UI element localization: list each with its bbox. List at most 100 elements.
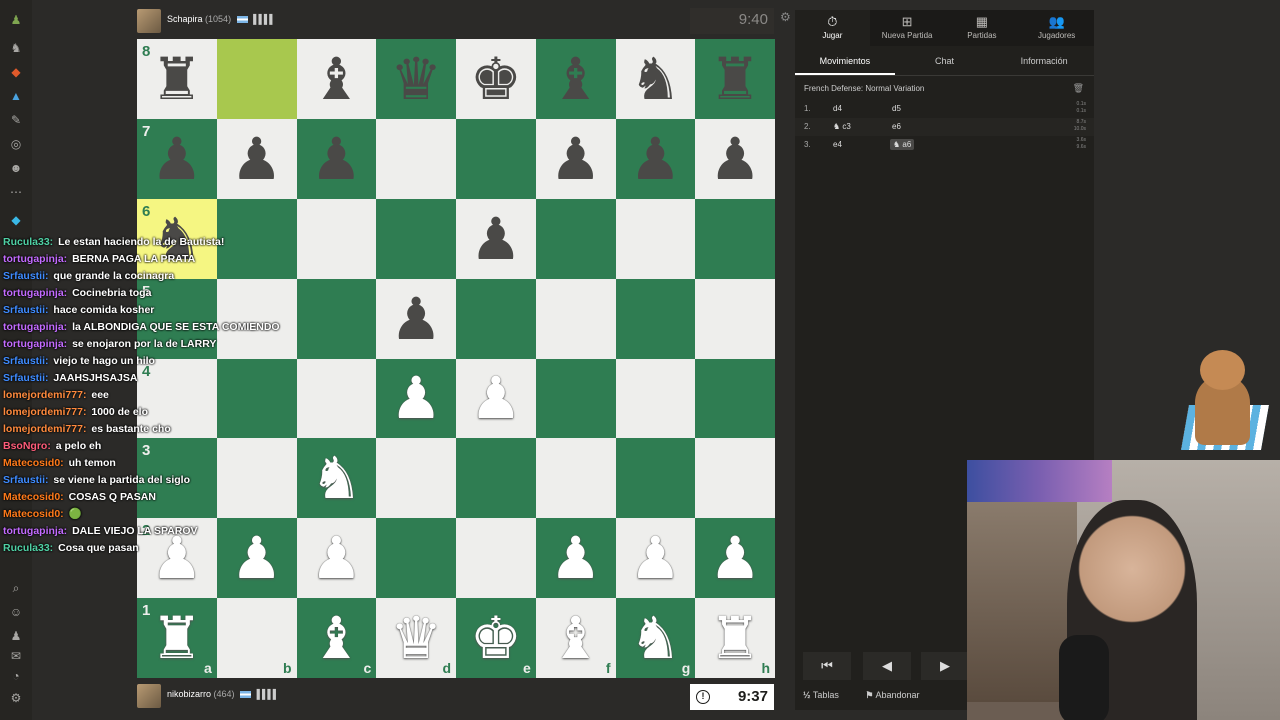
- trash-icon[interactable]: 🗑: [1073, 83, 1084, 94]
- white-n-piece[interactable]: ♞: [310, 449, 362, 507]
- black-b-piece[interactable]: ♝: [310, 50, 362, 108]
- prev-move-button[interactable]: ◀: [863, 652, 911, 680]
- black-p-piece[interactable]: ♟: [629, 130, 681, 188]
- white-p-piece[interactable]: ♟: [470, 369, 522, 427]
- square-g7[interactable]: ♟: [615, 118, 696, 199]
- square-a8[interactable]: 8 ♜: [137, 39, 217, 119]
- square-f7[interactable]: ♟: [535, 118, 616, 199]
- square-d7[interactable]: [376, 118, 456, 199]
- square-f3[interactable]: [535, 438, 616, 519]
- tab-nueva-partida[interactable]: ⊞ Nueva Partida: [870, 10, 945, 46]
- messages-icon[interactable]: ✉: [8, 648, 24, 664]
- black-p-piece[interactable]: ♟: [390, 290, 442, 348]
- square-c7[interactable]: ♟: [296, 118, 377, 199]
- square-h7[interactable]: ♟: [695, 118, 775, 199]
- square-h6[interactable]: [695, 198, 775, 279]
- avatar-icon[interactable]: ☺: [8, 604, 24, 620]
- white-p-piece[interactable]: ♟: [629, 529, 681, 587]
- black-p-piece[interactable]: ♟: [310, 130, 362, 188]
- black-r-piece[interactable]: ♜: [709, 50, 761, 108]
- square-e6[interactable]: ♟: [456, 198, 536, 279]
- chat-username[interactable]: tortugapinja:: [3, 321, 67, 333]
- chat-username[interactable]: Srfaustii:: [3, 474, 49, 486]
- top-player-info[interactable]: Schapira (1054) ▌▌▌▌: [167, 14, 276, 24]
- chat-username[interactable]: tortugapinja:: [3, 525, 67, 537]
- avatar[interactable]: [137, 9, 161, 33]
- play-icon[interactable]: ♞: [8, 40, 24, 56]
- news-icon[interactable]: ◎: [8, 136, 24, 152]
- square-d5[interactable]: ♟: [376, 278, 456, 359]
- square-a1[interactable]: 1 a ♜: [137, 598, 217, 678]
- notifications-icon[interactable]: ◔: [8, 668, 24, 684]
- chat-username[interactable]: lomejordemi777:: [3, 406, 86, 418]
- white-move[interactable]: e4: [833, 140, 842, 149]
- white-p-piece[interactable]: ♟: [709, 529, 761, 587]
- square-b7[interactable]: ♟: [216, 118, 297, 199]
- white-k-piece[interactable]: ♚: [470, 609, 522, 667]
- square-g1[interactable]: g ♞: [615, 598, 696, 678]
- square-e1[interactable]: e ♚: [456, 598, 536, 678]
- black-r-piece[interactable]: ♜: [151, 50, 203, 108]
- subtab-chat[interactable]: Chat: [895, 46, 995, 75]
- first-move-button[interactable]: ⏮: [803, 652, 851, 680]
- next-move-button[interactable]: ▶: [921, 652, 969, 680]
- watch-icon[interactable]: ✎: [8, 112, 24, 128]
- square-h3[interactable]: [695, 438, 775, 519]
- chat-username[interactable]: Matecosid0:: [3, 491, 64, 503]
- black-p-piece[interactable]: ♟: [550, 130, 602, 188]
- square-b1[interactable]: b: [216, 598, 297, 678]
- square-f1[interactable]: f ♝: [535, 598, 616, 678]
- learn-icon[interactable]: ▲: [8, 88, 24, 104]
- black-q-piece[interactable]: ♛: [390, 50, 442, 108]
- subtab-información[interactable]: Información: [994, 46, 1094, 75]
- chat-username[interactable]: Rucula33:: [3, 542, 53, 554]
- player-name[interactable]: Schapira: [167, 14, 203, 24]
- black-p-piece[interactable]: ♟: [709, 130, 761, 188]
- more-icon[interactable]: ⋯: [8, 184, 24, 200]
- chat-username[interactable]: Rucula33:: [3, 236, 53, 248]
- square-c1[interactable]: c ♝: [296, 598, 377, 678]
- black-n-piece[interactable]: ♞: [629, 50, 681, 108]
- chat-username[interactable]: BsoNgro:: [3, 440, 51, 452]
- white-b-piece[interactable]: ♝: [310, 609, 362, 667]
- square-d1[interactable]: d ♛: [376, 598, 456, 678]
- white-move[interactable]: ♞ c3: [833, 122, 851, 131]
- square-e5[interactable]: [456, 278, 536, 359]
- chat-username[interactable]: Srfaustii:: [3, 372, 49, 384]
- square-c4[interactable]: [296, 358, 377, 439]
- white-q-piece[interactable]: ♛: [390, 609, 442, 667]
- chat-username[interactable]: Srfaustii:: [3, 270, 49, 282]
- settings-icon[interactable]: ⚙: [8, 690, 24, 706]
- white-p-piece[interactable]: ♟: [550, 529, 602, 587]
- chat-username[interactable]: lomejordemi777:: [3, 389, 86, 401]
- square-d4[interactable]: ♟: [376, 358, 456, 439]
- square-a7[interactable]: 7 ♟: [137, 118, 217, 199]
- avatar[interactable]: [137, 684, 161, 708]
- square-f2[interactable]: ♟: [535, 518, 616, 599]
- white-n-piece[interactable]: ♞: [629, 609, 681, 667]
- tab-partidas[interactable]: ▦ Partidas: [945, 10, 1020, 46]
- black-p-piece[interactable]: ♟: [470, 210, 522, 268]
- bottom-player-info[interactable]: nikobizarro (464) ▌▌▌▌: [167, 689, 279, 699]
- white-p-piece[interactable]: ♟: [390, 369, 442, 427]
- square-d6[interactable]: [376, 198, 456, 279]
- square-e2[interactable]: [456, 518, 536, 599]
- resign-button[interactable]: ⚑ Abandonar: [865, 690, 931, 700]
- chat-username[interactable]: Srfaustii:: [3, 355, 49, 367]
- square-e4[interactable]: ♟: [456, 358, 536, 439]
- square-g3[interactable]: [615, 438, 696, 519]
- player-name[interactable]: nikobizarro: [167, 689, 211, 699]
- black-b-piece[interactable]: ♝: [550, 50, 602, 108]
- square-e3[interactable]: [456, 438, 536, 519]
- gear-icon[interactable]: ⚙: [780, 10, 791, 24]
- square-c5[interactable]: [296, 278, 377, 359]
- chat-username[interactable]: Srfaustii:: [3, 304, 49, 316]
- square-h2[interactable]: ♟: [695, 518, 775, 599]
- square-c2[interactable]: ♟: [296, 518, 377, 599]
- tab-jugar[interactable]: ⏱ Jugar: [795, 10, 870, 46]
- square-f8[interactable]: ♝: [535, 39, 616, 119]
- puzzles-icon[interactable]: ◆: [8, 64, 24, 80]
- white-b-piece[interactable]: ♝: [550, 609, 602, 667]
- square-f6[interactable]: [535, 198, 616, 279]
- draw-button[interactable]: ½ Tablas: [803, 690, 851, 700]
